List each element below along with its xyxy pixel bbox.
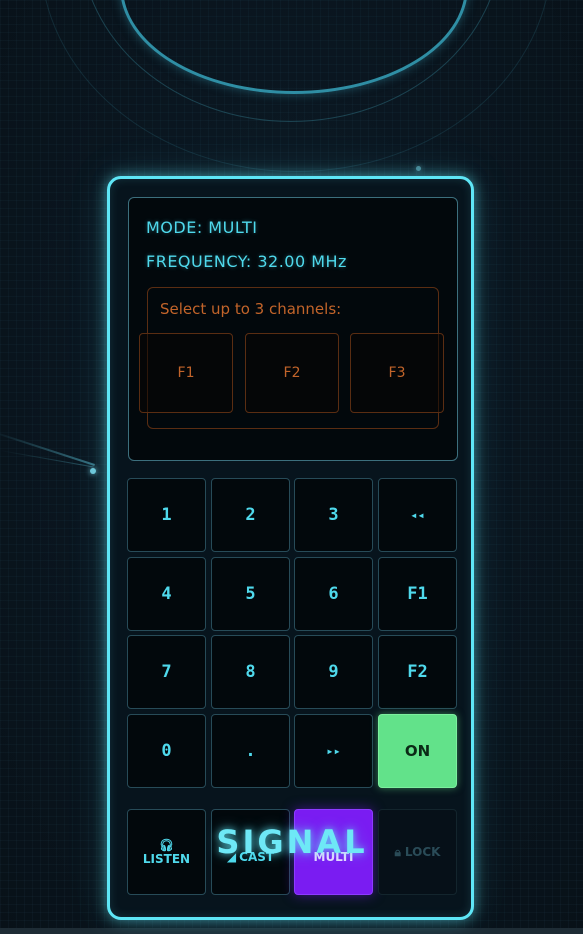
lock-label: LOCK [404,845,441,859]
lock-icon: 🔒︎ [394,845,401,859]
channel-prompt: Select up to 3 channels: [160,300,342,318]
multi-label: MULTI [313,850,354,864]
key-9[interactable]: 9 [294,635,373,709]
key-f2[interactable]: F2 [378,635,457,709]
key-2[interactable]: 2 [211,478,290,552]
cast-label: CAST [239,850,275,864]
channel-button-f3[interactable]: F3 [350,333,444,413]
cast-mode-button[interactable]: ◢ CAST [211,809,290,895]
lock-mode-button[interactable]: 🔒︎ LOCK [378,809,457,895]
glow-dot [90,468,96,474]
display-screen: MODE: MULTI FREQUENCY: 32.00 MHz Select … [128,197,458,461]
key-f1[interactable]: F1 [378,557,457,631]
key-8[interactable]: 8 [211,635,290,709]
bottom-bar [0,928,583,934]
fast-forward-button[interactable]: ▸▸ [294,714,373,788]
broadcast-icon: ◢ [226,850,237,864]
listen-label: LISTEN [142,852,191,866]
key-1[interactable]: 1 [127,478,206,552]
multi-mode-button[interactable]: MULTI [294,809,373,895]
headphones-icon: 🎧︎ [158,838,175,852]
frequency-readout: FREQUENCY: 32.00 MHz [146,252,347,271]
channel-button-f1[interactable]: F1 [139,333,233,413]
key-3[interactable]: 3 [294,478,373,552]
key-7[interactable]: 7 [127,635,206,709]
glow-dot [416,166,421,171]
channel-button-f2[interactable]: F2 [245,333,339,413]
listen-mode-button[interactable]: 🎧︎ LISTEN [127,809,206,895]
power-on-button[interactable]: ON [378,714,457,788]
key-6[interactable]: 6 [294,557,373,631]
rewind-button[interactable]: ◂◂ [378,478,457,552]
radio-device: MODE: MULTI FREQUENCY: 32.00 MHz Select … [107,176,474,920]
key-decimal[interactable]: . [211,714,290,788]
mode-readout: MODE: MULTI [146,218,258,237]
key-4[interactable]: 4 [127,557,206,631]
key-5[interactable]: 5 [211,557,290,631]
key-0[interactable]: 0 [127,714,206,788]
